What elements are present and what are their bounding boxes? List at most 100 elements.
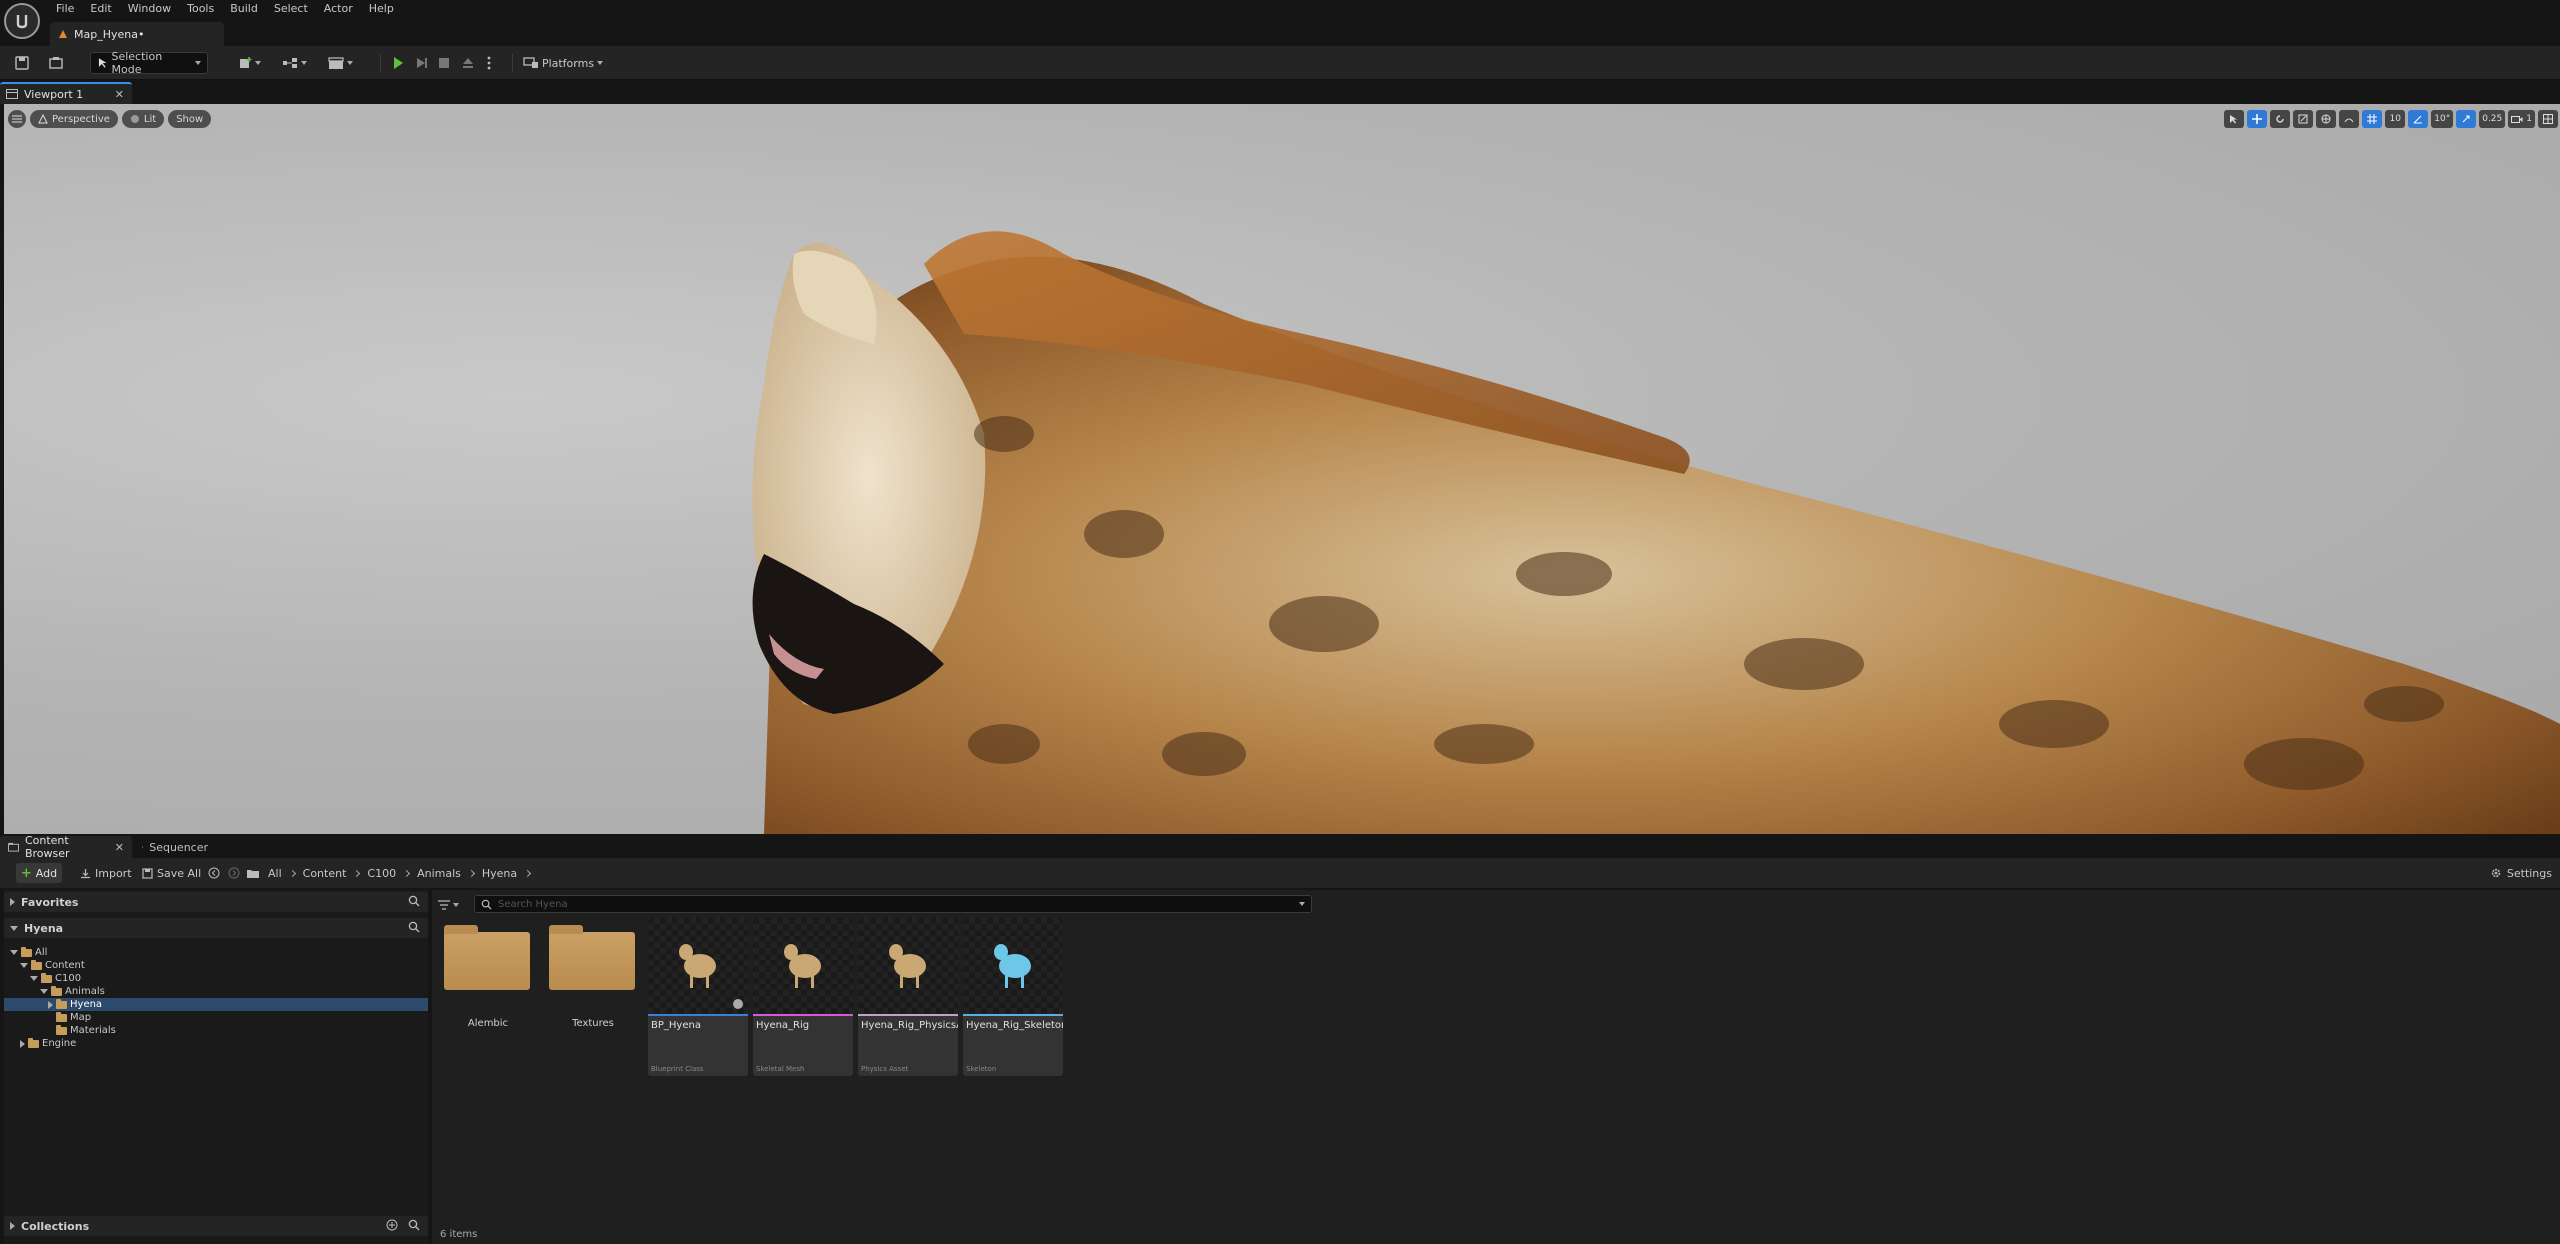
viewport-layout-button[interactable] (2538, 110, 2558, 128)
sequencer-tab[interactable]: Sequencer (134, 836, 216, 858)
viewport-tab[interactable]: Viewport 1 ✕ (0, 82, 132, 104)
play-options-button[interactable] (482, 52, 496, 74)
scale-snap-value[interactable]: 0.25 (2479, 110, 2506, 128)
rotation-snap-value[interactable]: 10° (2431, 110, 2454, 128)
history-forward-button[interactable] (228, 863, 240, 883)
selection-mode-dropdown[interactable]: Selection Mode (90, 50, 208, 76)
cinematics-button[interactable] (324, 52, 356, 74)
favorites-header[interactable]: Favorites (4, 892, 428, 912)
translate-tool-button[interactable] (2247, 110, 2268, 128)
add-collection-icon[interactable] (386, 1219, 398, 1234)
chevron-down-icon[interactable] (40, 989, 48, 994)
menu-edit[interactable]: Edit (82, 0, 119, 18)
breadcrumb-hyena[interactable]: Hyena (482, 867, 517, 880)
tree-item-c100[interactable]: C100 (4, 972, 428, 985)
menu-tools[interactable]: Tools (179, 0, 222, 18)
stop-button[interactable] (434, 52, 454, 74)
level-tab[interactable]: Map_Hyena• (50, 22, 224, 46)
grid-snap-button[interactable] (2362, 110, 2383, 128)
tree-item-engine[interactable]: Engine (4, 1037, 428, 1050)
chevron-right-icon[interactable] (524, 869, 532, 877)
breadcrumb-c100[interactable]: C100 (367, 867, 396, 880)
play-button[interactable] (388, 52, 408, 74)
tree-item-map[interactable]: Map (4, 1011, 428, 1024)
show-flags-button[interactable]: Show (168, 110, 212, 128)
chevron-right-icon[interactable] (48, 1000, 53, 1009)
asset-search-input[interactable] (498, 898, 1293, 910)
chevron-right-icon[interactable] (403, 869, 411, 877)
asset-card-bp-hyena[interactable]: BP_Hyena Blueprint Class (648, 918, 748, 1076)
chevron-right-icon[interactable] (353, 869, 361, 877)
close-icon[interactable]: ✕ (115, 88, 124, 101)
rotation-snap-button[interactable] (2408, 110, 2429, 128)
menu-build[interactable]: Build (222, 0, 266, 18)
add-button[interactable]: + Add (16, 863, 62, 883)
chevron-down-icon[interactable] (20, 963, 28, 968)
tree-item-materials[interactable]: Materials (4, 1024, 428, 1037)
asset-thumbnail (858, 918, 958, 1014)
import-button[interactable]: Import (80, 863, 132, 883)
rotate-tool-button[interactable] (2270, 110, 2291, 128)
asset-card-hyena-rig-skeleton[interactable]: Hyena_Rig_Skeleton Skeleton (963, 918, 1063, 1076)
browse-folders-button[interactable] (246, 863, 260, 883)
collections-header[interactable]: Collections (4, 1216, 428, 1236)
menu-select[interactable]: Select (266, 0, 316, 18)
surface-snap-button[interactable] (2339, 110, 2360, 128)
asset-card-hyena-rig-physics-asset[interactable]: Hyena_Rig_PhysicsAsset Physics Asset (858, 918, 958, 1076)
unreal-logo-icon[interactable] (4, 3, 40, 39)
rotate-icon (2276, 115, 2284, 123)
content-browser-tab[interactable]: Content Browser ✕ (0, 834, 132, 860)
scale-tool-button[interactable] (2293, 110, 2314, 128)
blueprint-button[interactable] (278, 52, 310, 74)
chevron-down-icon[interactable] (10, 950, 18, 955)
level-viewport[interactable]: Perspective Lit Show 10 10° 0.25 1 (4, 104, 2560, 834)
filter-button[interactable] (438, 896, 459, 914)
menu-help[interactable]: Help (361, 0, 402, 18)
menu-file[interactable]: File (48, 0, 82, 18)
eject-button[interactable] (458, 52, 478, 74)
viewport-options-button[interactable] (8, 110, 26, 128)
menu-actor[interactable]: Actor (316, 0, 361, 18)
asset-card-hyena-rig[interactable]: Hyena_Rig Skeletal Mesh (753, 918, 853, 1076)
chevron-down-icon[interactable] (30, 976, 38, 981)
asset-search-field[interactable] (474, 895, 1312, 913)
search-icon[interactable] (408, 895, 420, 910)
tree-item-animals[interactable]: Animals (4, 985, 428, 998)
add-actor-button[interactable] (234, 52, 264, 74)
search-icon[interactable] (408, 1219, 420, 1234)
browse-level-icon[interactable] (46, 52, 66, 74)
world-space-button[interactable] (2316, 110, 2337, 128)
tree-item-all[interactable]: All (4, 946, 428, 959)
breadcrumb-content[interactable]: Content (303, 867, 347, 880)
search-icon[interactable] (408, 921, 420, 936)
settings-button[interactable]: Settings (2490, 863, 2552, 883)
asset-folder-textures[interactable]: Textures (543, 918, 643, 1068)
tree-item-hyena[interactable]: Hyena (4, 998, 428, 1011)
folder-icon (41, 972, 52, 983)
chevron-right-icon[interactable] (20, 1039, 25, 1048)
tree-item-label: C100 (55, 973, 82, 984)
item-count: 6 items (440, 1229, 478, 1240)
chevron-right-icon[interactable] (467, 869, 475, 877)
save-icon[interactable] (12, 52, 32, 74)
breadcrumb-all[interactable]: All (268, 867, 282, 880)
perspective-button[interactable]: Perspective (30, 110, 118, 128)
save-all-button[interactable]: Save All (142, 863, 201, 883)
grid-snap-value[interactable]: 10 (2385, 110, 2406, 128)
history-back-button[interactable] (208, 863, 220, 883)
menu-window[interactable]: Window (120, 0, 179, 18)
step-button[interactable] (412, 52, 432, 74)
path-view-header[interactable]: Hyena (4, 918, 428, 938)
scale-snap-button[interactable] (2456, 110, 2477, 128)
chevron-down-icon[interactable] (1299, 902, 1305, 906)
close-icon[interactable]: ✕ (115, 841, 124, 854)
breadcrumb-animals[interactable]: Animals (417, 867, 461, 880)
asset-folder-alembic[interactable]: Alembic (438, 918, 538, 1068)
chevron-right-icon[interactable] (288, 869, 296, 877)
view-mode-button[interactable]: Lit (121, 110, 165, 128)
camera-speed-button[interactable]: 1 (2508, 110, 2535, 128)
platforms-button[interactable]: Platforms (522, 52, 604, 74)
asset-name: Hyena_Rig_PhysicsAsset (861, 1020, 958, 1031)
select-tool-button[interactable] (2224, 110, 2245, 128)
tree-item-content[interactable]: Content (4, 959, 428, 972)
